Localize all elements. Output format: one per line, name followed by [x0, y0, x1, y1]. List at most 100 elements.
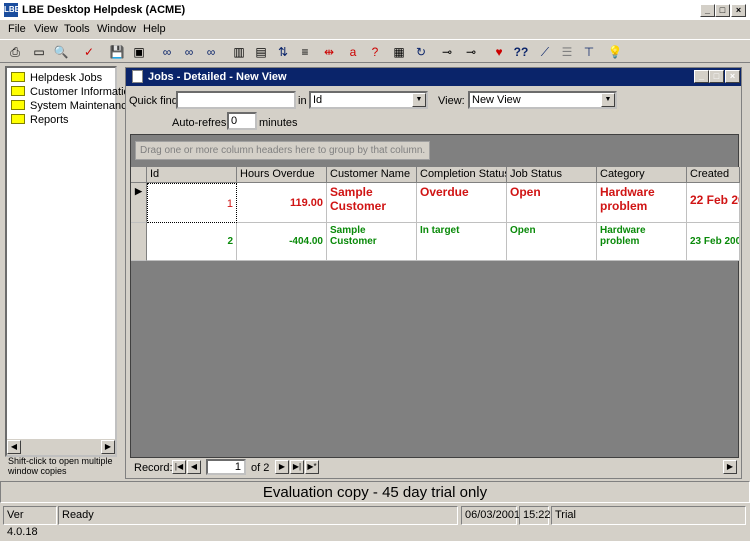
search-field-select[interactable]: Id ▼ — [309, 91, 428, 109]
cell-hours-overdue[interactable]: -404.00 — [237, 223, 327, 261]
menu-view[interactable]: View — [34, 23, 58, 35]
cell-category[interactable]: Hardware problem — [597, 183, 687, 223]
folder-icon — [11, 86, 25, 96]
column-header-hours-overdue[interactable]: Hours Overdue — [237, 167, 327, 183]
column-header-customer-name[interactable]: Customer Name — [327, 167, 417, 183]
quick-find-input[interactable] — [176, 91, 296, 109]
preview-icon[interactable]: ▭ — [30, 43, 48, 61]
scroll-left-button[interactable]: ◀ — [7, 440, 21, 454]
child-minimize-button[interactable]: _ — [694, 70, 709, 83]
menu-help[interactable]: Help — [143, 23, 166, 35]
record-count: of 2 — [251, 462, 270, 474]
binoculars-prev-icon[interactable]: ∞ — [202, 43, 220, 61]
window-title: LBE Desktop Helpdesk (ACME) — [22, 4, 186, 16]
heart-icon[interactable]: ♥ — [490, 43, 508, 61]
properties-icon[interactable]: ▦ — [390, 43, 408, 61]
cell-id[interactable]: 2 — [147, 223, 237, 261]
sidebar-item-helpdesk-jobs[interactable]: Helpdesk Jobs — [11, 72, 102, 86]
current-row-arrow-icon: ▶ — [135, 186, 142, 196]
cell-job-status[interactable]: Open — [507, 223, 597, 261]
split-icon[interactable]: ⇹ — [320, 43, 338, 61]
sidebar-item-reports[interactable]: Reports — [11, 114, 69, 128]
scroll-right-button[interactable]: ▶ — [101, 440, 115, 454]
in-label: in — [298, 95, 307, 107]
quick-find-label: Quick find — [129, 95, 178, 107]
tree-horizontal-scrollbar[interactable]: ◀ ▶ — [7, 439, 115, 455]
status-state: Ready — [58, 506, 458, 525]
sidebar-item-label: Reports — [30, 114, 69, 126]
binoculars-icon[interactable]: ∞ — [158, 43, 176, 61]
question-a-icon[interactable]: ? — [366, 43, 384, 61]
scroll-right-button[interactable]: ▶ — [723, 460, 737, 474]
jobs-child-window: Jobs - Detailed - New View _ □ × Quick f… — [125, 67, 742, 479]
next-record-button[interactable]: ▶ — [275, 460, 289, 474]
toolbar: ⎙ ▭ 🔍 ✓ 💾 ▣ ∞ ∞ ∞ ▥ ▤ ⇅ ≡ ⇹ a ? ▦ ↻ ⊸ ⊸ … — [0, 39, 750, 63]
refresh-icon[interactable]: ↻ — [412, 43, 430, 61]
jobs-grid: Drag one or more column headers here to … — [130, 134, 740, 458]
maximize-button[interactable]: □ — [715, 4, 730, 17]
check-icon[interactable]: ✓ — [80, 43, 98, 61]
binoculars-next-icon[interactable]: ∞ — [180, 43, 198, 61]
folder-icon — [11, 100, 25, 110]
record-number-input[interactable]: 1 — [206, 459, 246, 475]
row-selector[interactable] — [131, 223, 147, 261]
chart-icon[interactable]: ⟋ — [536, 43, 554, 61]
cell-completion-status[interactable]: Overdue — [417, 183, 507, 223]
cell-completion-status[interactable]: In target — [417, 223, 507, 261]
child-close-button[interactable]: × — [725, 70, 740, 83]
chevron-down-icon[interactable]: ▼ — [412, 93, 426, 107]
cell-job-status[interactable]: Open — [507, 183, 597, 223]
child-titlebar: Jobs - Detailed - New View _ □ × — [126, 68, 741, 86]
cell-created[interactable]: 23 Feb 200 — [687, 223, 740, 261]
minutes-label: minutes — [259, 117, 298, 129]
evaluation-banner: Evaluation copy - 45 day trial only — [0, 481, 750, 503]
child-maximize-button[interactable]: □ — [709, 70, 724, 83]
bold-a-icon[interactable]: a — [344, 43, 362, 61]
find-icon[interactable]: 🔍 — [52, 43, 70, 61]
sidebar-item-system-maintenance[interactable]: System Maintenanc — [11, 100, 127, 114]
folder-icon — [11, 72, 25, 82]
sidebar-hint: Shift-click to open multiple window copi… — [8, 456, 113, 476]
rows-icon[interactable]: ▤ — [252, 43, 270, 61]
cell-hours-overdue[interactable]: 119.00 — [237, 183, 327, 223]
column-header-created[interactable]: Created — [687, 167, 740, 183]
row-selector[interactable]: ▶ — [131, 183, 147, 223]
column-header-job-status[interactable]: Job Status — [507, 167, 597, 183]
menu-window[interactable]: Window — [97, 23, 136, 35]
filter-icon[interactable]: ≡ — [296, 43, 314, 61]
cell-created[interactable]: 22 Feb 20 — [687, 183, 740, 223]
view-select[interactable]: New View ▼ — [468, 91, 617, 109]
help-icon[interactable]: ?? — [512, 43, 530, 61]
last-record-button[interactable]: ▶| — [290, 460, 304, 474]
cell-id[interactable]: 1 — [147, 183, 237, 223]
menu-tools[interactable]: Tools — [64, 23, 90, 35]
group-by-area[interactable]: Drag one or more column headers here to … — [135, 141, 431, 160]
print-icon[interactable]: ⎙ — [6, 43, 24, 61]
column-header-category[interactable]: Category — [597, 167, 687, 183]
tree-icon[interactable]: ⊤ — [580, 43, 598, 61]
sidebar-item-customer-information[interactable]: Customer Informatio — [11, 86, 130, 100]
column-header-completion-status[interactable]: Completion Status — [417, 167, 507, 183]
cell-category[interactable]: Hardware problem — [597, 223, 687, 261]
link-icon[interactable]: ⊸ — [438, 43, 456, 61]
minimize-button[interactable]: _ — [700, 4, 715, 17]
unlink-icon[interactable]: ⊸ — [462, 43, 480, 61]
cell-customer-name[interactable]: Sample Customer — [327, 223, 417, 261]
chevron-down-icon[interactable]: ▼ — [601, 93, 615, 107]
save-icon[interactable]: 💾 — [108, 43, 126, 61]
close-button[interactable]: × — [731, 4, 746, 17]
sort-icon[interactable]: ⇅ — [274, 43, 292, 61]
lightbulb-icon[interactable]: 💡 — [606, 43, 624, 61]
menu-file[interactable]: File — [8, 23, 26, 35]
save-all-icon[interactable]: ▣ — [130, 43, 148, 61]
autorefresh-input[interactable]: 0 — [227, 112, 257, 130]
columns-icon[interactable]: ▥ — [230, 43, 248, 61]
new-record-button[interactable]: ▶* — [305, 460, 319, 474]
child-title: Jobs - Detailed - New View — [148, 71, 287, 83]
column-header-id[interactable]: Id — [147, 167, 237, 183]
list-icon[interactable]: ☰ — [558, 43, 576, 61]
prev-record-button[interactable]: ◀ — [187, 460, 201, 474]
cell-customer-name[interactable]: Sample Customer — [327, 183, 417, 223]
sidebar-item-label: System Maintenanc — [30, 100, 127, 112]
first-record-button[interactable]: |◀ — [172, 460, 186, 474]
